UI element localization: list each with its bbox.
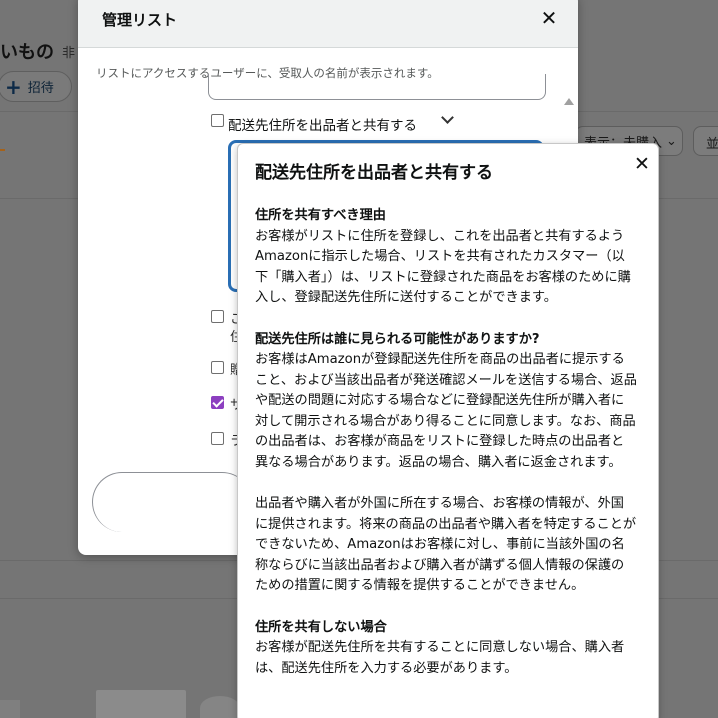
section-heading: 住所を共有すべき理由	[255, 208, 386, 223]
chevron-down-icon: ⌄	[666, 133, 677, 149]
scroll-up-arrow-icon[interactable]	[564, 98, 574, 105]
product-thumbnail	[200, 696, 240, 718]
invite-button[interactable]: + 招待	[0, 71, 72, 102]
section-body: お客様が配送先住所を共有することに同意しない場合、購入者は、配送先住所を入力する…	[255, 640, 625, 676]
option-checkbox[interactable]	[211, 432, 224, 445]
modal-header: 管理リスト ✕	[78, 0, 578, 48]
option-checkbox-checked[interactable]	[211, 396, 224, 409]
section-heading: 住所を共有しない場合	[255, 619, 387, 635]
chevron-down-icon[interactable]	[439, 113, 457, 127]
popover-body: 住所を共有すべき理由 お客様がリストに住所を登録し、これを出品者と共有するようA…	[255, 206, 637, 700]
product-thumbnail	[96, 690, 186, 718]
sort-dropdown[interactable]: 並	[693, 126, 718, 156]
share-address-label: 配送先住所を出品者と共有する	[228, 118, 417, 134]
close-icon[interactable]: ✕	[631, 153, 653, 175]
section-body: 出品者や購入者が外国に所在する場合、お客様の情報が、外国に提供されます。将来の商…	[255, 496, 637, 593]
option-checkbox[interactable]	[211, 310, 224, 323]
save-button[interactable]	[92, 472, 252, 532]
modal-title: 管理リスト	[102, 11, 178, 29]
share-address-info-popover: 配送先住所を出品者と共有する ✕ 住所を共有すべき理由 お客様がリストに住所を登…	[237, 143, 659, 718]
active-tab-indicator	[0, 149, 5, 151]
section-heading: 配送先住所は誰に見られる可能性がありますか?	[255, 331, 540, 347]
share-address-checkbox[interactable]	[211, 114, 224, 127]
invite-label: 招待	[27, 81, 54, 96]
list-title: いもの	[0, 42, 54, 63]
section-body: お客様はAmazonが登録配送先住所を商品の出品者に提示すること、および当該出品…	[255, 352, 637, 470]
list-privacy-badge: 非	[62, 46, 76, 61]
plus-icon: +	[5, 74, 22, 99]
option-checkbox[interactable]	[211, 361, 224, 374]
recipient-name-field[interactable]	[208, 74, 546, 100]
popover-title: 配送先住所を出品者と共有する	[255, 163, 493, 183]
section-body: お客様がリストに住所を登録し、これを出品者と共有するようAmazonに指示した場…	[255, 228, 631, 306]
close-icon[interactable]: ✕	[538, 7, 560, 29]
product-thumbnail	[0, 700, 20, 718]
